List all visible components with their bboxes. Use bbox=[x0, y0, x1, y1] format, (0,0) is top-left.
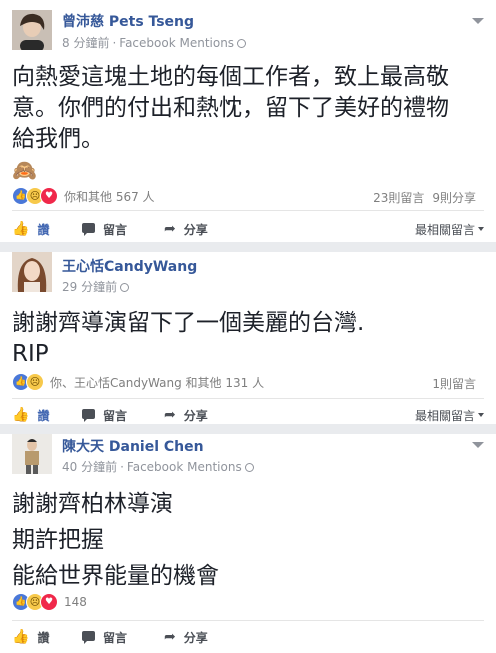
chevron-down-icon bbox=[478, 413, 484, 417]
action-bar: 👍 讚 留言 ➦ 分享 最相關留言 bbox=[0, 215, 496, 243]
comment-button[interactable]: 留言 bbox=[82, 215, 127, 243]
share-label: 分享 bbox=[183, 222, 208, 237]
share-arrow-icon: ➦ bbox=[164, 221, 176, 237]
like-label: 讚 bbox=[37, 222, 50, 237]
avatar[interactable] bbox=[12, 252, 52, 292]
reaction-summary[interactable]: 👍 ☹ ♥ 你和其他 567 人 bbox=[12, 187, 155, 205]
post-meta: 8 分鐘前 · Facebook Mentions bbox=[62, 34, 247, 51]
sad-reaction-icon: ☹ bbox=[26, 373, 44, 391]
globe-icon bbox=[244, 463, 254, 472]
chevron-down-icon[interactable] bbox=[472, 442, 484, 448]
thumbs-up-icon: 👍 bbox=[12, 221, 30, 237]
post-source[interactable]: Facebook Mentions bbox=[127, 460, 242, 474]
share-button[interactable]: ➦ 分享 bbox=[164, 623, 208, 651]
share-arrow-icon: ➦ bbox=[164, 407, 176, 423]
meta-separator: · bbox=[120, 460, 124, 474]
comment-label: 留言 bbox=[103, 630, 128, 645]
post-2: 王心恬CandyWang 29 分鐘前 謝謝齊導演留下了一個美麗的台灣. RIP… bbox=[0, 252, 496, 427]
share-arrow-icon: ➦ bbox=[164, 629, 176, 645]
post-body-line: 謝謝齊導演留下了一個美麗的台灣. bbox=[12, 310, 365, 336]
reaction-count: 你、王心恬CandyWang 和其他 131 人 bbox=[50, 375, 265, 390]
divider bbox=[12, 620, 484, 621]
divider bbox=[12, 398, 484, 399]
reaction-count: 你和其他 567 人 bbox=[64, 189, 155, 204]
share-button[interactable]: ➦ 分享 bbox=[164, 215, 208, 243]
post-meta: 40 分鐘前 · Facebook Mentions bbox=[62, 458, 254, 475]
post-body-line: 期許把握 bbox=[12, 527, 104, 553]
share-count[interactable]: 9則分享 bbox=[432, 191, 476, 205]
comment-icon bbox=[82, 629, 95, 645]
meta-separator: · bbox=[112, 36, 117, 50]
comment-count[interactable]: 23則留言 bbox=[373, 191, 424, 205]
engagement-counts: 1則留言 bbox=[424, 375, 476, 392]
engagement-counts: 23則留言 9則分享 bbox=[365, 189, 476, 206]
love-reaction-icon: ♥ bbox=[40, 187, 58, 205]
post-source[interactable]: Facebook Mentions bbox=[119, 36, 234, 50]
chevron-down-icon bbox=[478, 227, 484, 231]
post-body: 向熱愛這塊土地的每個工作者，致上最高敬 意。你們的付出和熱忱，留下了美好的禮物 … bbox=[12, 62, 484, 186]
post-body-line: 謝謝齊柏林導演 bbox=[12, 491, 173, 517]
like-label: 讚 bbox=[37, 630, 50, 645]
post-time[interactable]: 8 分鐘前 bbox=[62, 36, 109, 50]
post-separator bbox=[0, 424, 496, 434]
comment-label: 留言 bbox=[103, 408, 128, 423]
reaction-summary[interactable]: 👍 ☹ ♥ 148 bbox=[12, 593, 87, 611]
post-body: 謝謝齊導演留下了一個美麗的台灣. RIP bbox=[12, 308, 484, 370]
sort-label: 最相關留言 bbox=[414, 222, 475, 237]
post-body-line: 能給世界能量的機會 bbox=[12, 563, 219, 589]
post-author[interactable]: 陳大天 Daniel Chen bbox=[62, 436, 204, 456]
globe-icon bbox=[120, 283, 130, 292]
post-body-line: 給我們。 bbox=[12, 126, 104, 152]
chevron-down-icon[interactable] bbox=[472, 18, 484, 24]
like-button[interactable]: 👍 讚 bbox=[12, 215, 49, 243]
like-label: 讚 bbox=[37, 408, 50, 423]
action-bar: 👍 讚 留言 ➦ 分享 bbox=[0, 623, 496, 651]
post-body-line: RIP bbox=[12, 341, 49, 367]
post-body: 謝謝齊柏林導演 期許把握 能給世界能量的機會 bbox=[12, 486, 484, 594]
post-meta: 29 分鐘前 bbox=[62, 278, 130, 295]
post-separator bbox=[0, 242, 496, 252]
comment-sort-dropdown[interactable]: 最相關留言 bbox=[415, 215, 484, 243]
divider bbox=[12, 210, 484, 211]
share-label: 分享 bbox=[183, 408, 208, 423]
comment-icon bbox=[82, 407, 95, 423]
post-body-line: 向熱愛這塊土地的每個工作者，致上最高敬 bbox=[12, 64, 449, 90]
thumbs-up-icon: 👍 bbox=[12, 629, 30, 645]
reaction-summary[interactable]: 👍 ☹ 你、王心恬CandyWang 和其他 131 人 bbox=[12, 373, 264, 391]
post-time[interactable]: 29 分鐘前 bbox=[62, 280, 117, 294]
post-time[interactable]: 40 分鐘前 bbox=[62, 460, 117, 474]
avatar[interactable] bbox=[12, 10, 52, 50]
thumbs-up-icon: 👍 bbox=[12, 407, 30, 423]
avatar[interactable] bbox=[12, 434, 52, 474]
post-body-line: 意。你們的付出和熱忱，留下了美好的禮物 bbox=[12, 95, 449, 121]
comment-icon bbox=[82, 221, 95, 237]
globe-icon bbox=[237, 39, 247, 48]
sort-label: 最相關留言 bbox=[414, 408, 475, 423]
like-button[interactable]: 👍 讚 bbox=[12, 623, 49, 651]
post-author[interactable]: 曾沛慈 Pets Tseng bbox=[62, 11, 194, 31]
post-author[interactable]: 王心恬CandyWang bbox=[62, 256, 197, 276]
love-reaction-icon: ♥ bbox=[40, 593, 58, 611]
share-label: 分享 bbox=[183, 630, 208, 645]
comment-label: 留言 bbox=[103, 222, 128, 237]
reaction-count: 148 bbox=[64, 595, 87, 609]
post-3: 陳大天 Daniel Chen 40 分鐘前 · Facebook Mentions… bbox=[0, 434, 496, 653]
comment-button[interactable]: 留言 bbox=[82, 623, 127, 651]
comment-count[interactable]: 1則留言 bbox=[432, 377, 476, 391]
post-1: 曾沛慈 Pets Tseng 8 分鐘前 · Facebook Mentions 向… bbox=[0, 0, 496, 242]
monkey-emoji: 🙈 bbox=[12, 158, 37, 182]
